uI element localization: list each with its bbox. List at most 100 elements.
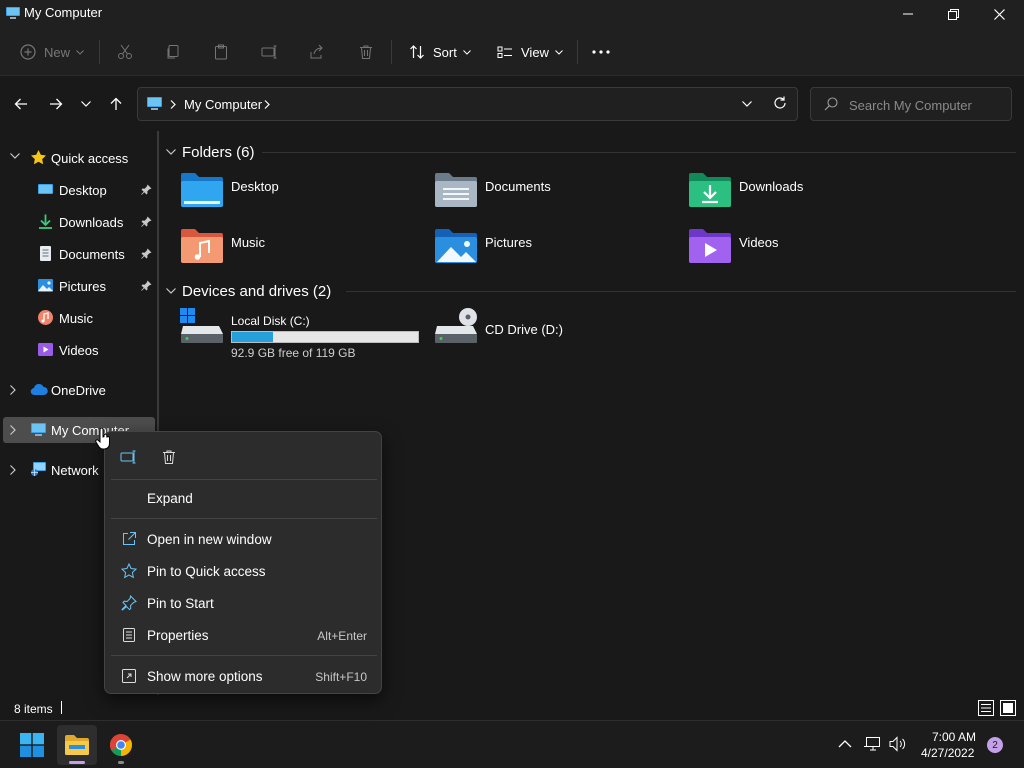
clock-date[interactable]: 4/27/2022 bbox=[921, 746, 974, 760]
properties-icon bbox=[121, 627, 137, 643]
command-bar: New Sort View bbox=[0, 28, 1024, 76]
desktop-folder-icon bbox=[180, 171, 224, 209]
up-button[interactable] bbox=[104, 92, 128, 116]
arrow-right-icon bbox=[49, 97, 63, 111]
search-icon bbox=[824, 97, 838, 111]
hard-drive-icon bbox=[180, 308, 224, 344]
see-more-button[interactable] bbox=[592, 40, 610, 64]
sidebar-item-videos[interactable]: Videos bbox=[3, 337, 155, 363]
chevron-down-icon[interactable] bbox=[166, 288, 176, 294]
menu-item-open-new-window[interactable]: Open in new window bbox=[109, 524, 379, 554]
rename-action-button[interactable] bbox=[115, 444, 143, 470]
sidebar-item-onedrive[interactable]: OneDrive bbox=[3, 377, 155, 403]
music-icon bbox=[37, 309, 54, 326]
sort-button[interactable]: Sort bbox=[409, 40, 471, 64]
drive-usage-fill bbox=[232, 332, 273, 342]
start-button[interactable] bbox=[12, 725, 52, 765]
toolbar-divider bbox=[391, 40, 392, 64]
sidebar-item-desktop[interactable]: Desktop bbox=[3, 177, 155, 203]
cut-button[interactable] bbox=[117, 40, 133, 64]
folder-tile-videos[interactable]: Videos bbox=[688, 227, 928, 271]
folder-tile-downloads[interactable]: Downloads bbox=[688, 171, 928, 215]
menu-item-properties[interactable]: Properties Alt+Enter bbox=[109, 620, 379, 650]
new-button[interactable]: New bbox=[20, 40, 84, 64]
sidebar-item-documents[interactable]: Documents bbox=[3, 241, 155, 267]
folder-name: Videos bbox=[739, 235, 779, 250]
group-header-label: Devices and drives (2) bbox=[182, 282, 332, 300]
trash-icon bbox=[161, 449, 177, 465]
network-status-icon[interactable] bbox=[864, 736, 882, 752]
sidebar-item-label: Network bbox=[51, 463, 99, 478]
breadcrumb-chevron-icon[interactable] bbox=[170, 100, 176, 109]
documents-folder-icon bbox=[434, 171, 478, 209]
star-icon bbox=[30, 149, 47, 166]
menu-item-pin-start[interactable]: Pin to Start bbox=[109, 588, 379, 618]
refresh-icon[interactable] bbox=[773, 96, 787, 110]
sort-label: Sort bbox=[433, 44, 457, 60]
taskbar-file-explorer[interactable] bbox=[57, 725, 97, 765]
folder-tile-pictures[interactable]: Pictures bbox=[434, 227, 674, 271]
group-divider bbox=[262, 152, 1016, 153]
folders-group-header[interactable]: Folders (6) bbox=[166, 142, 1016, 162]
delete-button[interactable] bbox=[358, 40, 374, 64]
volume-icon[interactable] bbox=[889, 736, 907, 752]
taskbar-chrome[interactable] bbox=[101, 725, 141, 765]
folder-tile-documents[interactable]: Documents bbox=[434, 171, 674, 215]
menu-separator bbox=[111, 518, 377, 519]
sidebar-item-label: OneDrive bbox=[51, 383, 106, 398]
minimize-button[interactable] bbox=[885, 0, 931, 28]
drive-tile-local-disk[interactable]: Local Disk (C:) 92.9 GB free of 119 GB bbox=[180, 308, 420, 360]
delete-action-button[interactable] bbox=[155, 444, 183, 470]
documents-icon bbox=[37, 245, 54, 262]
network-icon bbox=[30, 461, 47, 478]
menu-item-pin-quick-access[interactable]: Pin to Quick access bbox=[109, 556, 379, 586]
chevron-right-icon[interactable] bbox=[10, 465, 16, 475]
trash-icon bbox=[358, 44, 374, 60]
clock-time[interactable]: 7:00 AM bbox=[932, 730, 976, 744]
address-history-chevron-icon[interactable] bbox=[742, 101, 752, 107]
folder-tile-desktop[interactable]: Desktop bbox=[180, 171, 420, 215]
copy-button[interactable] bbox=[165, 40, 181, 64]
recent-locations-button[interactable] bbox=[74, 92, 98, 116]
show-hidden-icons-chevron-icon[interactable] bbox=[838, 739, 852, 748]
chevron-down-icon[interactable] bbox=[10, 153, 20, 159]
sidebar-item-pictures[interactable]: Pictures bbox=[3, 273, 155, 299]
menu-item-label: Pin to Quick access bbox=[147, 564, 266, 579]
sidebar-item-label: Videos bbox=[59, 343, 99, 358]
sidebar-item-label: Downloads bbox=[59, 215, 124, 230]
drives-group-header[interactable]: Devices and drives (2) bbox=[166, 281, 1016, 301]
address-bar[interactable]: My Computer bbox=[137, 87, 798, 121]
pin-icon bbox=[141, 248, 152, 259]
sidebar-item-music[interactable]: Music bbox=[3, 305, 155, 331]
downloads-folder-icon bbox=[688, 171, 732, 209]
sidebar-item-quick-access[interactable]: Quick access bbox=[3, 145, 155, 171]
share-button[interactable] bbox=[309, 40, 325, 64]
forward-button[interactable] bbox=[44, 92, 68, 116]
chevron-down-icon[interactable] bbox=[166, 149, 176, 155]
breadcrumb-my-computer[interactable]: My Computer bbox=[184, 97, 262, 112]
chevron-right-icon[interactable] bbox=[10, 385, 16, 395]
sidebar-item-downloads[interactable]: Downloads bbox=[3, 209, 155, 235]
restore-button[interactable] bbox=[930, 0, 976, 28]
details-view-button[interactable] bbox=[978, 700, 994, 716]
breadcrumb-chevron-icon[interactable] bbox=[264, 100, 270, 109]
back-button[interactable] bbox=[9, 92, 33, 116]
drive-usage-bar bbox=[231, 331, 419, 343]
sidebar-item-label: Documents bbox=[59, 247, 125, 262]
folder-tile-music[interactable]: Music bbox=[180, 227, 420, 271]
rename-button[interactable] bbox=[261, 40, 279, 64]
search-box[interactable] bbox=[810, 87, 1012, 121]
paste-button[interactable] bbox=[213, 40, 229, 64]
close-button[interactable] bbox=[976, 0, 1022, 28]
chevron-right-icon[interactable] bbox=[10, 425, 16, 435]
arrow-up-icon bbox=[109, 97, 123, 111]
menu-item-expand[interactable]: Expand bbox=[109, 483, 379, 513]
large-icons-view-button[interactable] bbox=[1000, 700, 1016, 716]
search-input[interactable] bbox=[849, 96, 1005, 114]
menu-item-show-more-options[interactable]: Show more options Shift+F10 bbox=[109, 661, 379, 691]
view-button[interactable]: View bbox=[497, 40, 563, 64]
notification-badge[interactable]: 2 bbox=[987, 737, 1003, 753]
drive-tile-cd-drive[interactable]: CD Drive (D:) bbox=[434, 308, 674, 354]
file-explorer-icon bbox=[64, 734, 90, 756]
chrome-icon bbox=[109, 733, 133, 757]
